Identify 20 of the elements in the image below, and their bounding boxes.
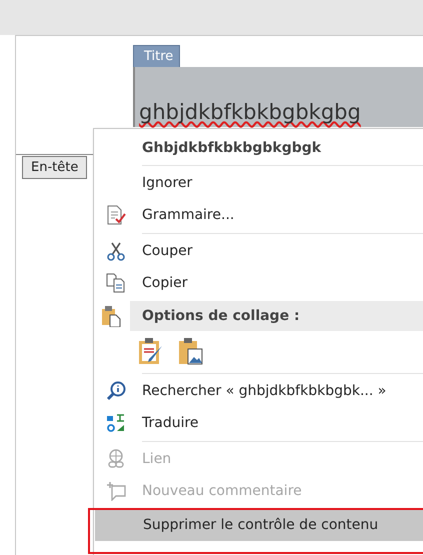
scissors-icon xyxy=(106,241,126,261)
section-label: Options de collage : xyxy=(141,308,300,324)
menu-item[interactable]: Ignorer xyxy=(94,167,423,199)
menu-item[interactable]: Supprimer le contrôle de contenu xyxy=(95,509,423,541)
globe-link-icon xyxy=(106,449,126,469)
copy-icon xyxy=(106,273,126,293)
search-icon xyxy=(106,381,126,401)
menu-item[interactable]: Grammaire... xyxy=(94,199,423,231)
menu-item[interactable]: Couper xyxy=(94,235,423,267)
header-tab[interactable]: En-tête xyxy=(22,156,88,179)
title-text: ghbjdkbfkbkbgbkgbg xyxy=(139,99,361,126)
menu-item[interactable]: Traduire xyxy=(94,407,423,439)
menu-heading: Ghbjdkbfkbkbgbkgbgk xyxy=(141,139,322,158)
clipboard-icon xyxy=(101,305,121,327)
menu-item[interactable]: Copier xyxy=(94,267,423,299)
translate-icon xyxy=(106,413,126,433)
new-comment-icon xyxy=(106,481,126,501)
menu-item[interactable]: Rechercher « ghbjdkbfkbkbgbk... » xyxy=(94,375,423,407)
document-check-icon xyxy=(106,205,126,225)
content-control[interactable]: ghbjdkbfkbkbgbkgbg xyxy=(133,67,423,127)
